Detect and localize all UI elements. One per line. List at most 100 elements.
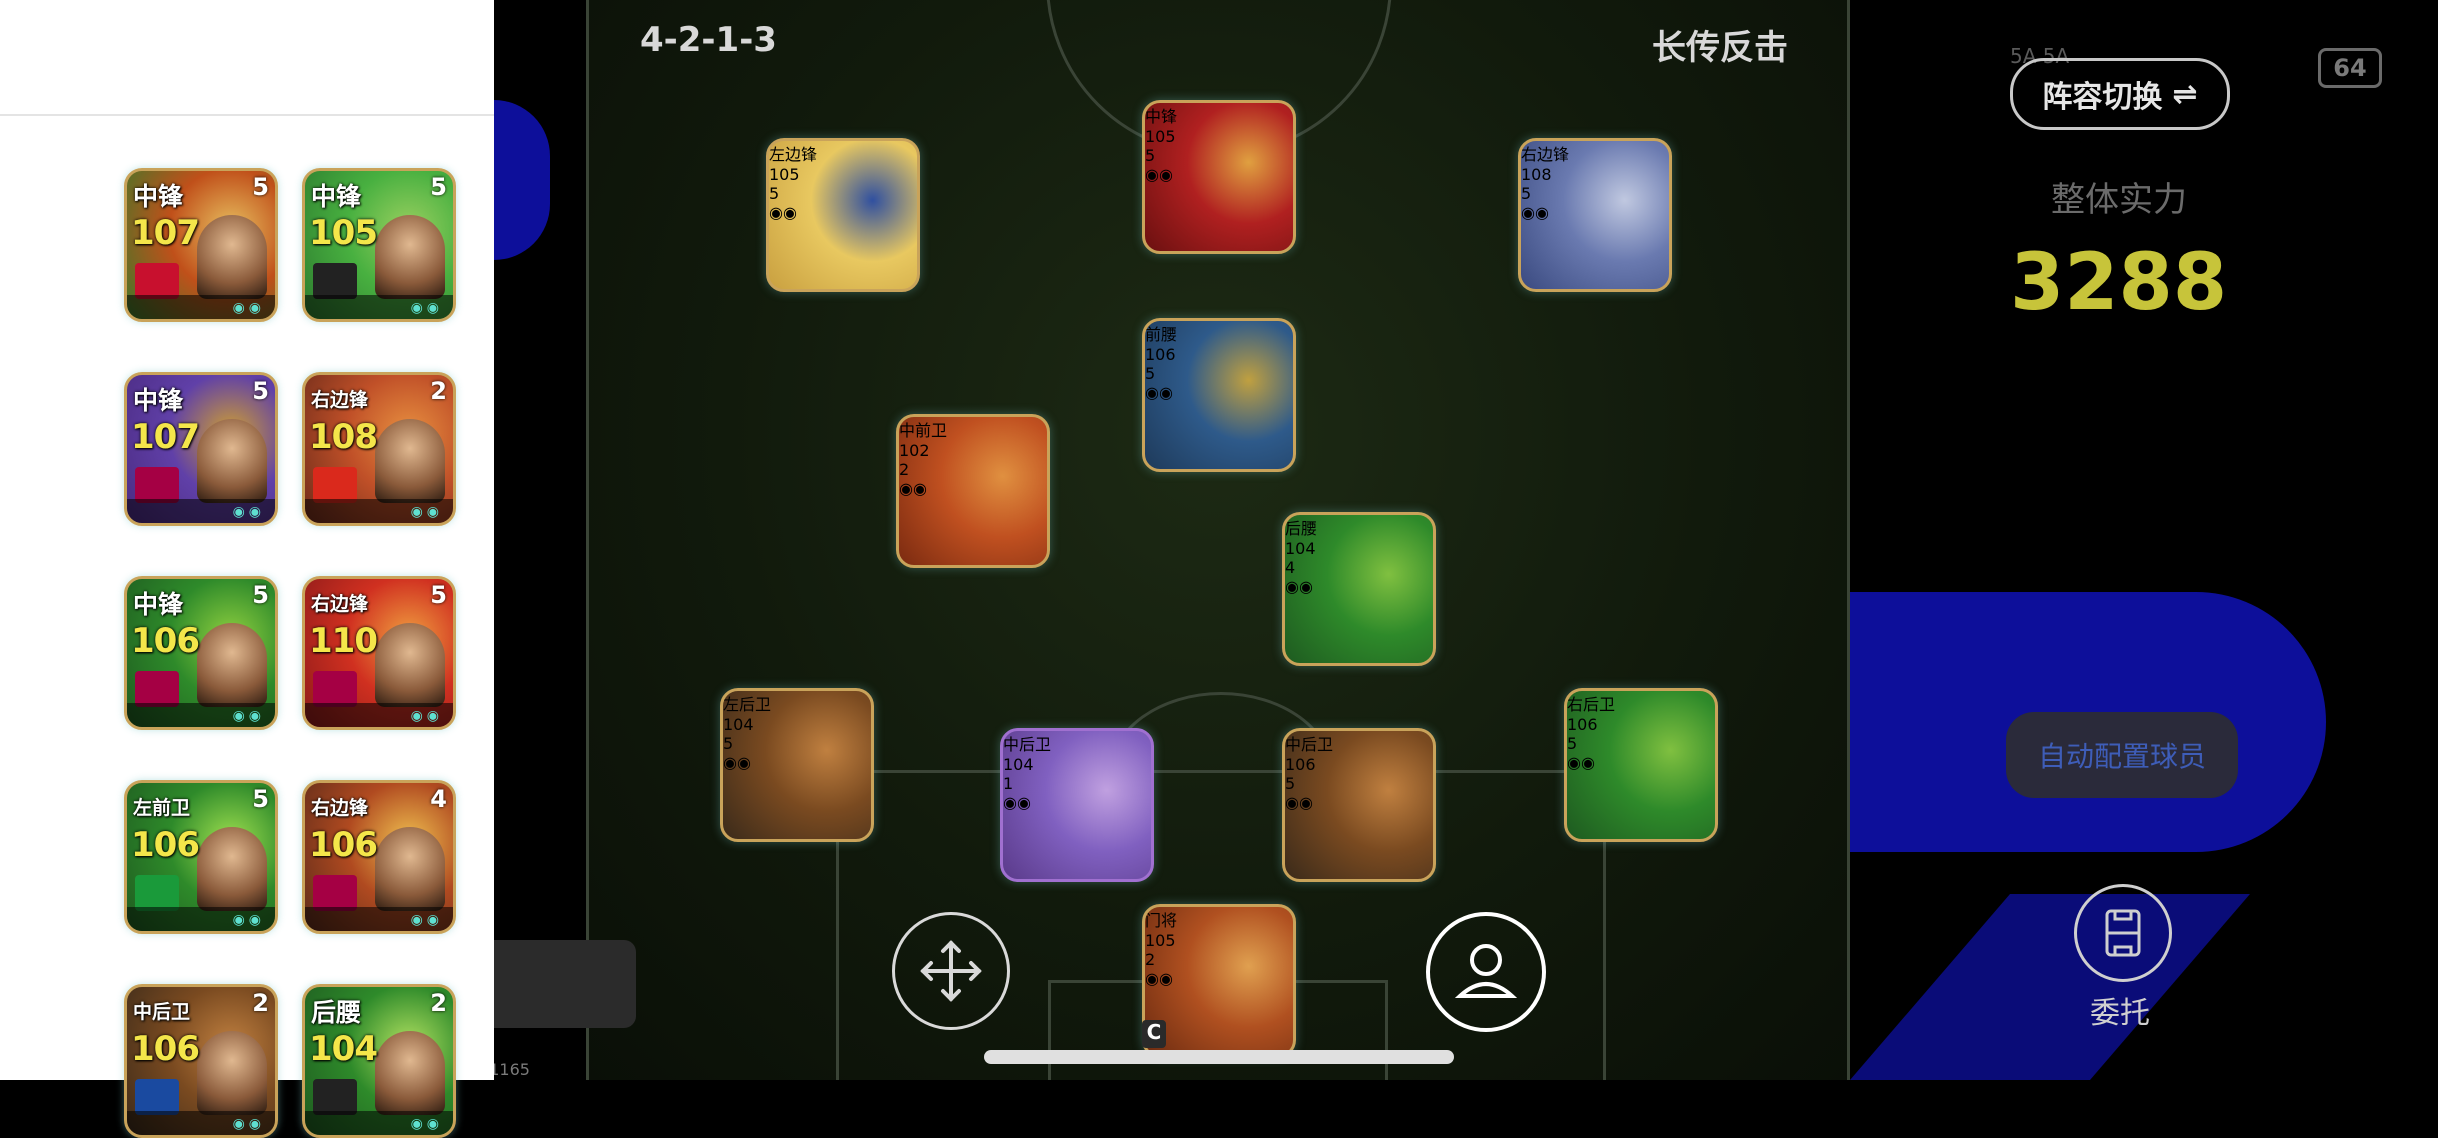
player-rating: 106 <box>309 825 378 865</box>
bench-player-card[interactable]: 中锋 106 5 ◉◉ <box>124 576 278 730</box>
bench-player-card[interactable]: 中后卫 106 2 ◉◉ <box>124 984 278 1138</box>
player-position: 左前卫 <box>133 797 191 819</box>
move-button[interactable] <box>892 912 1010 1030</box>
skill-dots-icon: ◉◉ <box>1285 577 1313 596</box>
starter-player-card[interactable]: 右边锋 108 5 ◉◉ <box>1518 138 1672 292</box>
player-level: 5 <box>252 581 269 609</box>
player-rating: 106 <box>1567 715 1598 734</box>
skill-dots-icon: ◉◉ <box>410 504 443 520</box>
bench-player-card[interactable]: 右边锋 108 2 ◉◉ <box>302 372 456 526</box>
starter-player-card[interactable]: 中前卫 102 2 ◉◉ <box>896 414 1050 568</box>
player-position: 中锋 <box>133 182 184 211</box>
starter-player-card[interactable]: 左边锋 105 5 ◉◉ <box>766 138 920 292</box>
player-rating: 107 <box>131 417 200 457</box>
starter-player-card[interactable]: 中锋 105 5 ◉◉ <box>1142 100 1296 254</box>
player-rating: 108 <box>309 417 378 457</box>
player-rating: 104 <box>1285 539 1316 558</box>
player-level: 5 <box>252 173 269 201</box>
bench-drawer: 中锋 107 5 ◉◉ 中锋 105 5 ◉◉ 中锋 107 5 ◉◉ 右边锋 … <box>0 0 494 1138</box>
player-level: 1 <box>1003 774 1014 793</box>
player-position: 中锋 <box>133 590 184 619</box>
collapse-tab[interactable] <box>494 940 636 1028</box>
skill-dots-icon: ◉◉ <box>1003 793 1031 812</box>
player-portrait <box>197 623 267 707</box>
player-position: 左边锋 <box>769 145 818 164</box>
player-level: 2 <box>1145 950 1156 969</box>
player-level: 5 <box>769 184 780 203</box>
player-position: 门将 <box>1145 911 1178 930</box>
bench-player-card[interactable]: 右边锋 106 4 ◉◉ <box>302 780 456 934</box>
skill-dots-icon: ◉◉ <box>899 479 927 498</box>
pitch-right-edge <box>1847 0 1850 1080</box>
skill-dots-icon: ◉◉ <box>232 504 265 520</box>
player-level: 5 <box>1145 364 1156 383</box>
bench-player-card[interactable]: 中锋 107 5 ◉◉ <box>124 168 278 322</box>
player-portrait <box>375 419 445 503</box>
club-badge-icon <box>135 467 179 503</box>
player-level: 5 <box>430 581 447 609</box>
player-level: 5 <box>252 377 269 405</box>
player-portrait <box>375 827 445 911</box>
bench-player-card[interactable]: 左前卫 106 5 ◉◉ <box>124 780 278 934</box>
bench-player-card[interactable]: 中锋 105 5 ◉◉ <box>302 168 456 322</box>
formation-label[interactable]: 4-2-1-3 <box>640 20 777 60</box>
player-level: 5 <box>1285 774 1296 793</box>
player-profile-button[interactable] <box>1426 912 1546 1032</box>
home-indicator[interactable] <box>984 1050 1454 1064</box>
skill-dots-icon: ◉◉ <box>410 708 443 724</box>
club-badge-icon <box>135 875 179 911</box>
player-position: 中后卫 <box>1285 735 1334 754</box>
lineup-switch-button[interactable]: 阵容切换 ⇌ <box>2010 58 2230 130</box>
player-rating: 104 <box>723 715 754 734</box>
bench-player-card[interactable]: 后腰 104 2 ◉◉ <box>302 984 456 1138</box>
player-level: 2 <box>430 377 447 405</box>
player-level: 5 <box>1567 734 1578 753</box>
bench-player-card[interactable]: 右边锋 110 5 ◉◉ <box>302 576 456 730</box>
player-portrait <box>197 1031 267 1115</box>
skill-dots-icon: ◉◉ <box>1145 165 1173 184</box>
delegate-label[interactable]: 委托 <box>2070 988 2170 1032</box>
skill-dots-icon: ◉◉ <box>769 203 797 222</box>
skill-dots-icon: ◉◉ <box>232 1116 265 1132</box>
captain-badge: C <box>1142 1020 1166 1048</box>
bench-player-card[interactable]: 中锋 107 5 ◉◉ <box>124 372 278 526</box>
player-position: 右边锋 <box>311 389 369 411</box>
person-icon <box>1454 944 1518 998</box>
skill-dots-icon: ◉◉ <box>232 912 265 928</box>
player-level: 5 <box>1145 146 1156 165</box>
move-arrows-icon <box>920 940 982 1002</box>
player-rating: 106 <box>131 825 200 865</box>
starter-player-card[interactable]: 右后卫 106 5 ◉◉ <box>1564 688 1718 842</box>
player-position: 中后卫 <box>1003 735 1052 754</box>
player-portrait <box>197 215 267 299</box>
skill-dots-icon: ◉◉ <box>1145 383 1173 402</box>
club-badge-icon <box>313 263 357 299</box>
player-rating: 105 <box>769 165 800 184</box>
player-rating: 106 <box>131 621 200 661</box>
auto-assign-button[interactable]: 自动配置球员 <box>2006 712 2238 798</box>
drawer-divider <box>0 114 494 116</box>
starter-player-card[interactable]: 中后卫 106 5 ◉◉ <box>1282 728 1436 882</box>
starter-player-card[interactable]: 后腰 104 4 ◉◉ <box>1282 512 1436 666</box>
skill-dots-icon: ◉◉ <box>1567 753 1595 772</box>
player-rating: 107 <box>131 213 200 253</box>
player-portrait <box>375 1031 445 1115</box>
player-portrait <box>197 827 267 911</box>
starter-player-card[interactable]: 前腰 106 5 ◉◉ <box>1142 318 1296 472</box>
tactic-label[interactable]: 长传反击 <box>1652 20 1788 69</box>
player-portrait <box>375 623 445 707</box>
delegate-button[interactable] <box>2074 884 2172 982</box>
player-rating: 105 <box>1145 931 1176 950</box>
player-position: 右边锋 <box>311 593 369 615</box>
skill-dots-icon: ◉◉ <box>1145 969 1173 988</box>
overall-strength-value: 3288 <box>2010 238 2228 328</box>
club-badge-icon <box>313 1079 357 1115</box>
player-position: 后腰 <box>1285 519 1318 538</box>
player-rating: 106 <box>131 1029 200 1069</box>
player-position: 右后卫 <box>1567 695 1616 714</box>
starter-player-card[interactable]: 中后卫 104 1 ◉◉ <box>1000 728 1154 882</box>
player-portrait <box>375 215 445 299</box>
club-badge-icon <box>313 467 357 503</box>
player-level: 5 <box>252 785 269 813</box>
starter-player-card[interactable]: 左后卫 104 5 ◉◉ <box>720 688 874 842</box>
